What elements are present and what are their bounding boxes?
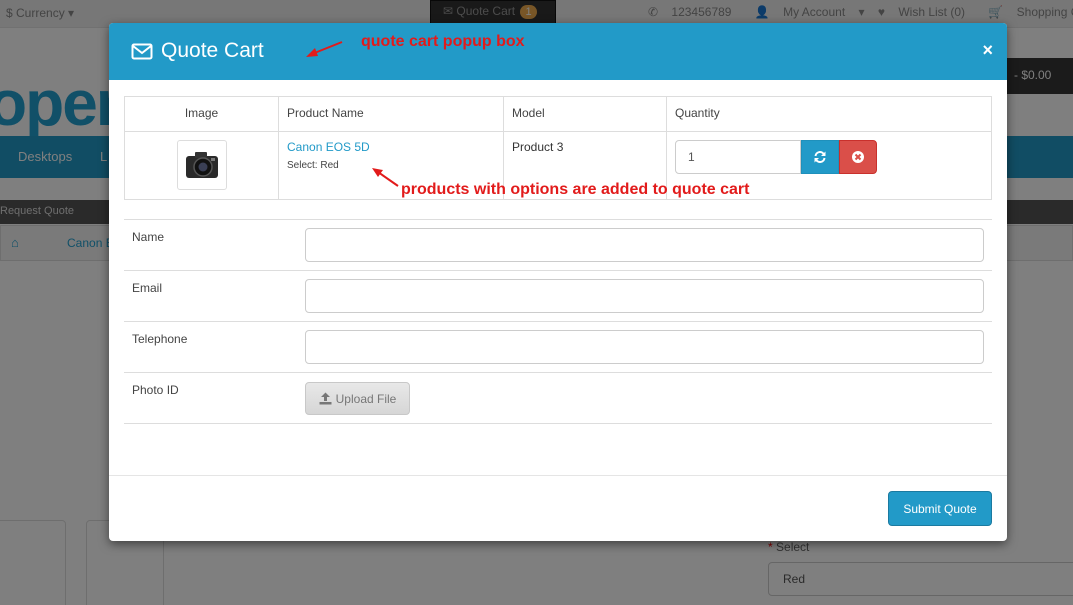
refresh-icon [814, 151, 826, 163]
envelope-icon [131, 43, 153, 59]
name-label: Name [132, 230, 165, 244]
quantity-input[interactable] [675, 140, 801, 174]
form-divider [124, 423, 992, 424]
telephone-label: Telephone [132, 332, 188, 346]
column-header-product-name: Product Name [278, 96, 504, 132]
email-label: Email [132, 281, 163, 295]
photo-id-label: Photo ID [132, 383, 179, 397]
annotation-options-note: products with options are added to quote… [401, 181, 750, 198]
column-header-image: Image [124, 96, 279, 132]
annotation-arrow-icon [372, 168, 399, 187]
name-input[interactable] [305, 228, 984, 262]
modal-header: Quote Cart × [109, 23, 1007, 80]
form-row-name: Name [124, 219, 992, 270]
email-input[interactable] [305, 279, 984, 313]
modal-footer: Submit Quote [109, 475, 1007, 541]
quantity-group [675, 140, 983, 174]
column-header-quantity: Quantity [666, 96, 992, 132]
camera-icon [185, 152, 218, 178]
telephone-input[interactable] [305, 330, 984, 364]
upload-icon [319, 392, 332, 405]
remove-item-button[interactable] [839, 140, 877, 174]
column-header-model: Model [503, 96, 667, 132]
form-row-photo-id: Photo ID Upload File [124, 372, 992, 423]
submit-quote-button[interactable]: Submit Quote [888, 491, 992, 526]
update-quantity-button[interactable] [801, 140, 839, 174]
quote-cart-modal: Quote Cart × Image Product Name Model Qu… [109, 23, 1007, 541]
table-header-row: Image Product Name Model Quantity [124, 96, 992, 132]
upload-file-button[interactable]: Upload File [305, 382, 410, 415]
remove-circle-icon [852, 151, 864, 163]
annotation-popup-note: quote cart popup box [361, 33, 525, 50]
product-image-cell [124, 131, 279, 200]
product-image[interactable] [176, 140, 227, 190]
modal-title: Quote Cart [131, 39, 264, 63]
form-row-email: Email [124, 270, 992, 321]
product-name-link[interactable]: Canon EOS 5D [287, 140, 370, 154]
form-row-telephone: Telephone [124, 321, 992, 372]
annotation-arrow-icon [306, 41, 343, 57]
close-button[interactable]: × [982, 40, 993, 61]
